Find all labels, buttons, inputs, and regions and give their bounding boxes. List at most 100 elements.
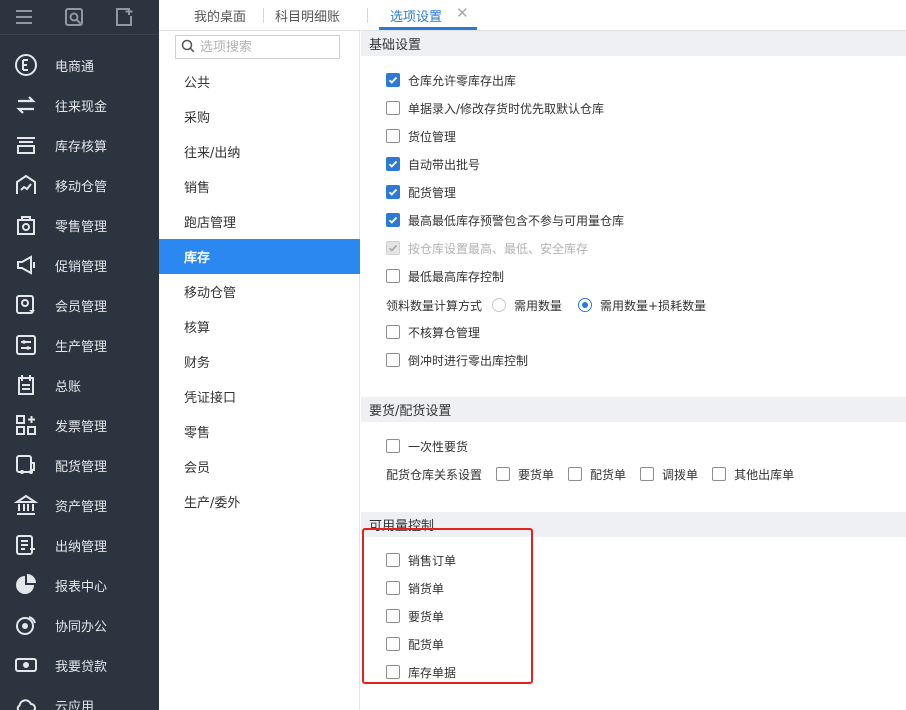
checkbox[interactable] bbox=[386, 269, 400, 283]
checkbox[interactable] bbox=[386, 353, 400, 367]
search-input[interactable] bbox=[200, 39, 335, 55]
sidebar-item-13[interactable]: 报表中心 bbox=[0, 565, 159, 605]
category-item-3[interactable]: 销售 bbox=[159, 169, 360, 204]
sidebar-item-label: 资产管理 bbox=[55, 499, 108, 515]
sidebar-item-9[interactable]: 发票管理 bbox=[0, 405, 159, 445]
member-icon bbox=[13, 292, 39, 318]
category-item-9[interactable]: 凭证接口 bbox=[159, 379, 360, 414]
option-row[interactable]: 不核算仓管理 bbox=[386, 322, 480, 342]
sidebar-item-4[interactable]: 零售管理 bbox=[0, 205, 159, 245]
category-item-8[interactable]: 财务 bbox=[159, 344, 360, 379]
sidebar-item-label: 库存核算 bbox=[55, 139, 108, 155]
category-item-6[interactable]: 移动仓管 bbox=[159, 274, 360, 309]
sidebar-item-0[interactable]: 电商通 bbox=[0, 45, 159, 85]
tab-separator bbox=[263, 8, 264, 23]
sidebar-item-label: 出纳管理 bbox=[55, 539, 108, 555]
checkbox[interactable] bbox=[386, 73, 400, 87]
checkbox[interactable] bbox=[386, 325, 400, 339]
inventory-icon bbox=[13, 132, 39, 158]
menu-icon[interactable] bbox=[14, 7, 34, 27]
section-requisition-settings: 要货/配货设置 bbox=[361, 397, 906, 422]
option-row[interactable]: 自动带出批号 bbox=[386, 154, 480, 174]
option-label: 配货管理 bbox=[408, 185, 457, 200]
sidebar-item-15[interactable]: 我要贷款 bbox=[0, 645, 159, 685]
ledger-icon bbox=[13, 372, 39, 398]
radio-required-plus-loss-label: 需用数量+损耗数量 bbox=[600, 298, 707, 313]
category-item-2[interactable]: 往来/出纳 bbox=[159, 134, 360, 169]
checkbox[interactable] bbox=[386, 439, 400, 453]
option-label: 货位管理 bbox=[408, 129, 457, 144]
radio-required-qty-label: 需用数量 bbox=[514, 298, 563, 313]
sidebar-item-label: 移动仓管 bbox=[55, 179, 108, 195]
checkbox[interactable] bbox=[386, 157, 400, 171]
sidebar-item-1[interactable]: 往来现金 bbox=[0, 85, 159, 125]
relation-option-label: 其他出库单 bbox=[734, 467, 795, 482]
sidebar-item-5[interactable]: 促销管理 bbox=[0, 245, 159, 285]
delivery-icon bbox=[13, 452, 39, 478]
material-calc-label: 领料数量计算方式 bbox=[386, 298, 483, 313]
option-row[interactable]: 货位管理 bbox=[386, 126, 456, 146]
tab-account-detail[interactable]: 科目明细账 bbox=[275, 6, 340, 25]
close-icon[interactable]: ✕ bbox=[456, 4, 469, 22]
relation-row: 配货仓库关系设置 要货单 配货单 调拨单 其他出库单 bbox=[386, 464, 794, 484]
sidebar-item-label: 电商通 bbox=[55, 59, 95, 75]
checkbox[interactable] bbox=[386, 101, 400, 115]
relation-option-label: 配货单 bbox=[590, 467, 627, 482]
exchange-icon bbox=[13, 92, 39, 118]
category-item-10[interactable]: 零售 bbox=[159, 414, 360, 449]
option-row: 按仓库设置最高、最低、安全库存 bbox=[386, 238, 588, 258]
pie-chart-icon bbox=[13, 572, 39, 598]
cashier-icon bbox=[13, 532, 39, 558]
highlight-box bbox=[362, 528, 533, 684]
checkbox[interactable] bbox=[386, 129, 400, 143]
category-item-0[interactable]: 公共 bbox=[159, 64, 360, 99]
option-row[interactable]: 单据录入/修改存货时优先取默认仓库 bbox=[386, 98, 604, 118]
sidebar-item-label: 促销管理 bbox=[55, 259, 108, 275]
sidebar-item-14[interactable]: 协同办公 bbox=[0, 605, 159, 645]
sidebar-item-12[interactable]: 出纳管理 bbox=[0, 525, 159, 565]
sidebar-item-11[interactable]: 资产管理 bbox=[0, 485, 159, 525]
relation-checkbox-0[interactable] bbox=[496, 467, 511, 481]
sidebar-item-8[interactable]: 总账 bbox=[0, 365, 159, 405]
invoice-icon bbox=[13, 412, 39, 438]
relation-checkbox-2[interactable] bbox=[640, 467, 655, 481]
checkbox[interactable] bbox=[386, 213, 400, 227]
category-nav: 公共采购往来/出纳销售跑店管理库存移动仓管核算财务凭证接口零售会员生产/委外 bbox=[159, 31, 360, 710]
category-item-5[interactable]: 库存 bbox=[159, 239, 360, 274]
relation-label: 配货仓库关系设置 bbox=[386, 467, 483, 482]
category-item-11[interactable]: 会员 bbox=[159, 449, 360, 484]
sidebar-item-3[interactable]: 移动仓管 bbox=[0, 165, 159, 205]
radio-required-plus-loss[interactable] bbox=[578, 298, 593, 312]
option-row[interactable]: 倒冲时进行零出库控制 bbox=[386, 350, 528, 370]
sidebar-item-6[interactable]: 会员管理 bbox=[0, 285, 159, 325]
category-item-4[interactable]: 跑店管理 bbox=[159, 204, 360, 239]
megaphone-icon bbox=[13, 252, 39, 278]
sidebar-item-2[interactable]: 库存核算 bbox=[0, 125, 159, 165]
option-label: 仓库允许零库存出库 bbox=[408, 73, 517, 88]
sidebar-item-label: 往来现金 bbox=[55, 99, 108, 115]
relation-option-label: 要货单 bbox=[518, 467, 555, 482]
option-label: 按仓库设置最高、最低、安全库存 bbox=[408, 241, 589, 256]
option-label: 自动带出批号 bbox=[408, 157, 481, 172]
option-row[interactable]: 配货管理 bbox=[386, 182, 456, 202]
relation-checkbox-1[interactable] bbox=[568, 467, 583, 481]
option-row[interactable]: 最高最低库存预警包含不参与可用量仓库 bbox=[386, 210, 624, 230]
option-row[interactable]: 一次性要货 bbox=[386, 436, 468, 456]
category-item-12[interactable]: 生产/委外 bbox=[159, 484, 360, 519]
category-item-1[interactable]: 采购 bbox=[159, 99, 360, 134]
tab-desktop[interactable]: 我的桌面 bbox=[194, 6, 246, 25]
sidebar-item-10[interactable]: 配货管理 bbox=[0, 445, 159, 485]
search-doc-icon[interactable] bbox=[64, 7, 84, 27]
option-row[interactable]: 最低最高库存控制 bbox=[386, 266, 504, 286]
sidebar-item-7[interactable]: 生产管理 bbox=[0, 325, 159, 365]
checkbox[interactable] bbox=[386, 185, 400, 199]
category-item-7[interactable]: 核算 bbox=[159, 309, 360, 344]
option-row[interactable]: 仓库允许零库存出库 bbox=[386, 70, 516, 90]
add-doc-icon[interactable] bbox=[114, 7, 134, 27]
sidebar-menu: 电商通往来现金库存核算移动仓管零售管理促销管理会员管理 生产管理 总账 发票管理 配货管… bbox=[0, 35, 159, 710]
option-label: 单据录入/修改存货时优先取默认仓库 bbox=[408, 101, 605, 116]
radio-required-qty[interactable] bbox=[492, 298, 507, 312]
tab-options-settings[interactable]: 选项设置 bbox=[390, 6, 442, 25]
relation-checkbox-3[interactable] bbox=[712, 467, 727, 481]
sidebar-item-16[interactable]: 云应用 bbox=[0, 685, 159, 710]
